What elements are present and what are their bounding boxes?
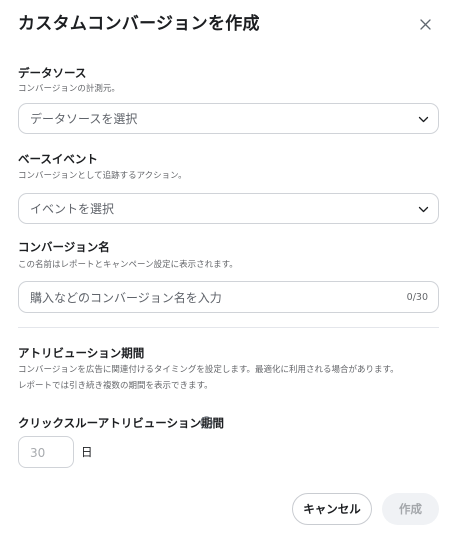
conversion-name-placeholder: 購入などのコンバージョン名を入力 — [30, 291, 222, 305]
info-icon[interactable] — [200, 416, 213, 429]
days-unit: 日 — [81, 445, 93, 459]
chevron-down-icon — [418, 116, 429, 123]
attribution-label: アトリビューション期間 — [18, 346, 145, 360]
conversion-name-hint: この名前はレポートとキャンペーン設定に表示されます。 — [18, 260, 238, 270]
data-source-label: データソース — [18, 66, 87, 80]
base-event-hint: コンバージョンとして追跡するアクション。 — [18, 171, 187, 181]
click-through-days-value: 30 — [30, 446, 46, 460]
click-through-label: クリックスルーアトリビューション期間 — [18, 416, 224, 430]
conversion-name-input[interactable]: 購入などのコンバージョン名を入力 0/30 — [18, 281, 439, 313]
data-source-hint: コンバージョンの計測元。 — [18, 84, 120, 94]
attribution-hint-line2: レポートでは引き続き複数の期間を表示できます。 — [18, 381, 213, 391]
click-through-days-input[interactable]: 30 — [18, 436, 74, 468]
data-source-placeholder: データソースを選択 — [30, 111, 138, 126]
cancel-button[interactable]: キャンセル — [292, 493, 372, 525]
dialog-title: カスタムコンバージョンを作成 — [18, 14, 260, 34]
create-button[interactable]: 作成 — [382, 493, 439, 525]
chevron-down-icon — [418, 206, 429, 213]
conversion-name-label: コンバージョン名 — [18, 240, 110, 254]
base-event-placeholder: イベントを選択 — [30, 201, 115, 216]
close-icon — [419, 18, 431, 30]
base-event-label: ベースイベント — [18, 152, 98, 166]
attribution-hint-line1: コンバージョンを広告に関連付けるタイミングを設定します。最適化に利用される場合が… — [18, 365, 399, 375]
character-counter: 0/30 — [406, 292, 428, 303]
divider — [18, 327, 439, 328]
close-button[interactable] — [413, 12, 437, 36]
data-source-select[interactable]: データソースを選択 — [18, 103, 439, 134]
base-event-select[interactable]: イベントを選択 — [18, 193, 439, 224]
